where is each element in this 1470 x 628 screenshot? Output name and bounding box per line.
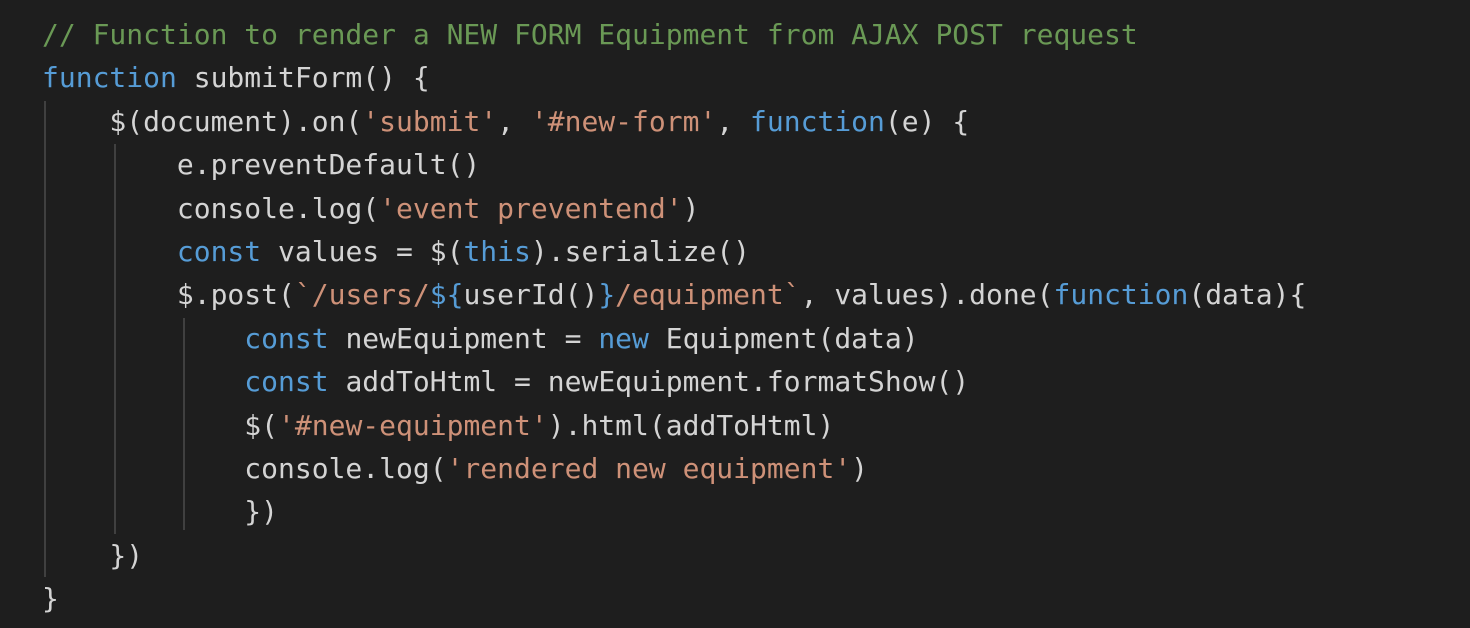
code-token-keyword: const (244, 321, 329, 355)
code-token-text: , values).done( (800, 278, 1054, 312)
code-line[interactable]: } (42, 577, 1306, 620)
code-token-text: , (497, 104, 531, 138)
code-line[interactable]: console.log('event preventend') (42, 187, 1306, 230)
code-line[interactable]: }) (42, 534, 1306, 577)
code-token-text: addToHtml = newEquipment.formatShow() (328, 365, 970, 399)
code-token-text: $( (42, 408, 279, 442)
code-token-text: (data){ (1188, 278, 1307, 312)
code-token-keyword: new (598, 321, 649, 355)
code-token-text: ).serialize() (530, 234, 751, 268)
code-token-string: 'rendered new equipment' (446, 451, 852, 485)
code-token-text: submitForm() { (176, 61, 430, 95)
code-token-string: '#new-form' (530, 104, 717, 138)
code-editor[interactable]: // Function to render a NEW FORM Equipme… (0, 0, 1470, 628)
code-token-text: , (716, 104, 751, 138)
code-line[interactable]: e.preventDefault() (42, 143, 1306, 186)
code-token-text: }) (42, 495, 279, 529)
code-token-comment: // Function to render a NEW FORM Equipme… (42, 18, 1138, 51)
code-token-text: $(document).on( (42, 104, 363, 138)
code-line[interactable]: // Function to render a NEW FORM Equipme… (42, 13, 1306, 56)
code-token-keyword: } (598, 278, 616, 312)
code-token-text: console.log( (42, 451, 447, 485)
code-token-text: newEquipment = (328, 321, 599, 355)
code-line[interactable]: const addToHtml = newEquipment.formatSho… (42, 360, 1306, 403)
code-line[interactable]: const newEquipment = new Equipment(data) (42, 317, 1306, 360)
code-token-text: values = $( (261, 234, 464, 268)
code-token-keyword: const (244, 365, 329, 399)
code-token-text: }) (42, 538, 144, 572)
code-line[interactable]: const values = $(this).serialize() (42, 230, 1306, 273)
code-token-text: ).html(addToHtml) (547, 408, 835, 442)
code-token-text: console.log( (42, 191, 380, 225)
code-token-text: e.preventDefault() (42, 148, 481, 182)
code-line[interactable]: console.log('rendered new equipment') (42, 447, 1306, 490)
code-token-keyword: this (463, 234, 531, 268)
code-token-text: } (42, 582, 59, 616)
code-token-text: (e) { (884, 104, 970, 138)
code-token-keyword: function (1053, 278, 1189, 312)
code-token-string: '#new-equipment' (278, 408, 548, 442)
code-token-string: `/users/ (294, 278, 430, 312)
code-token-keyword: function (42, 61, 177, 95)
code-content[interactable]: // Function to render a NEW FORM Equipme… (42, 13, 1306, 620)
code-token-string: 'submit' (362, 104, 498, 138)
code-token-keyword: ${ (429, 278, 464, 312)
code-token-text: ) (851, 451, 869, 485)
code-token-text: $.post( (42, 278, 295, 312)
code-line[interactable]: $('#new-equipment').html(addToHtml) (42, 404, 1306, 447)
code-token-text: Equipment(data) (648, 321, 919, 355)
code-line[interactable]: function submitForm() { (42, 56, 1306, 99)
code-token-string: 'event preventend' (379, 191, 683, 225)
code-line[interactable]: $(document).on('submit', '#new-form', fu… (42, 100, 1306, 143)
code-line[interactable]: }) (42, 490, 1306, 533)
code-token-keyword: function (750, 104, 885, 138)
code-token-keyword: const (176, 234, 262, 268)
code-token-text: ) (682, 191, 700, 225)
code-line[interactable]: $.post(`/users/${userId()}/equipment`, v… (42, 273, 1307, 316)
code-token-string: /equipment` (615, 278, 801, 312)
code-token-text: userId() (463, 278, 599, 312)
